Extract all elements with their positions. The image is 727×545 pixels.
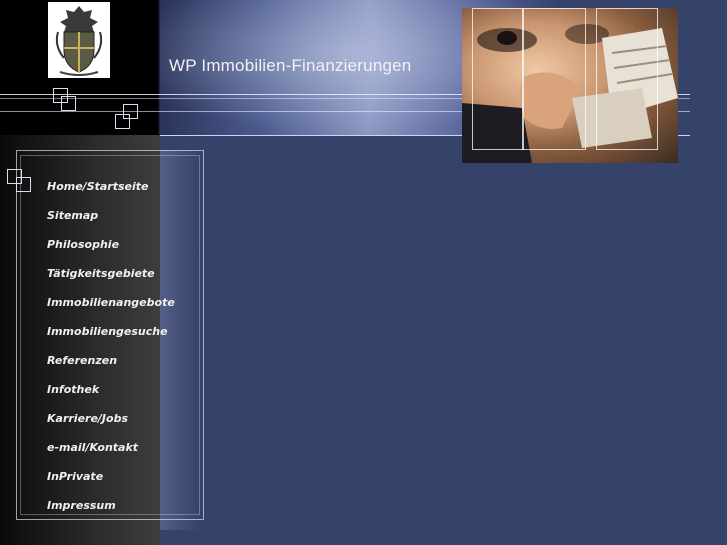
site-title: WP Immobilien-Finanzierungen [169, 56, 412, 75]
nav-item-inprivate: InPrivate [47, 465, 175, 494]
nav-item-immobiliengesuche: Immobiliengesuche [47, 320, 175, 349]
photo-frame [596, 8, 658, 150]
nav-item-philosophie: Philosophie [47, 233, 175, 262]
photo-frame [472, 8, 524, 150]
nav-item-karriere: Karriere/Jobs [47, 407, 175, 436]
deco-square [16, 177, 31, 192]
deco-square [115, 114, 130, 129]
nav-link-inprivate[interactable]: InPrivate [47, 470, 103, 484]
nav-link-taetigkeitsgebiete[interactable]: Tätigkeitsgebiete [47, 267, 155, 281]
nav-link-home[interactable]: Home/Startseite [47, 180, 149, 194]
nav-menu: Home/Startseite Sitemap Philosophie Täti… [47, 175, 175, 523]
nav-item-taetigkeitsgebiete: Tätigkeitsgebiete [47, 262, 175, 291]
nav-item-infothek: Infothek [47, 378, 175, 407]
coat-of-arms-logo[interactable] [48, 2, 110, 78]
header-photo [462, 8, 678, 163]
nav-link-impressum[interactable]: Impressum [47, 499, 116, 513]
deco-square [61, 96, 76, 111]
coat-of-arms-icon [55, 6, 103, 76]
nav-item-impressum: Impressum [47, 494, 175, 523]
nav-link-kontakt[interactable]: e-mail/Kontakt [47, 441, 138, 455]
nav-item-immobilienangebote: Immobilienangebote [47, 291, 175, 320]
nav-item-sitemap: Sitemap [47, 204, 175, 233]
nav-item-referenzen: Referenzen [47, 349, 175, 378]
nav-link-sitemap[interactable]: Sitemap [47, 209, 98, 223]
nav-item-home: Home/Startseite [47, 175, 175, 204]
nav-link-immobiliengesuche[interactable]: Immobiliengesuche [47, 325, 168, 339]
nav-link-infothek[interactable]: Infothek [47, 383, 99, 397]
nav-link-karriere[interactable]: Karriere/Jobs [47, 412, 128, 426]
nav-link-referenzen[interactable]: Referenzen [47, 354, 117, 368]
nav-link-philosophie[interactable]: Philosophie [47, 238, 119, 252]
photo-frame [522, 8, 586, 150]
nav-item-kontakt: e-mail/Kontakt [47, 436, 175, 465]
nav-link-immobilienangebote[interactable]: Immobilienangebote [47, 296, 175, 310]
